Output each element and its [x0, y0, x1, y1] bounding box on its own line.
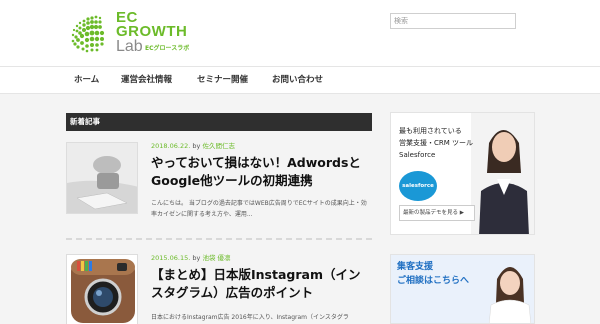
post-date: 2015.06.15.: [151, 254, 191, 262]
nav-item-home[interactable]: ホーム: [74, 67, 99, 93]
nav-item-contact[interactable]: お問い合わせ: [272, 67, 323, 93]
ad-line-1: 最も利用されている: [399, 127, 462, 135]
ad-line-3: Salesforce: [399, 151, 436, 159]
ad-line-1: 集客支援: [397, 262, 434, 272]
ad-person-image: [483, 255, 534, 323]
post-thumbnail[interactable]: [66, 142, 138, 214]
site-header: EC GROWTH Lab ECグロースラボ 検索: [0, 0, 600, 66]
ad-text: 最も利用されている 営業支援・CRM ツール Salesforce: [399, 125, 473, 161]
search-input[interactable]: 検索: [390, 13, 516, 29]
nav-item-company[interactable]: 運営会社情報: [121, 67, 172, 93]
post-author[interactable]: 池袋 優凛: [202, 254, 230, 262]
post-excerpt: 日本におけるInstagram広告 2016年に入り、Instagram（インス…: [151, 314, 349, 321]
post-date: 2018.06.22.: [151, 142, 191, 150]
logo-dots-icon: [71, 15, 105, 53]
ad-cta-button[interactable]: 最新の製品デモを見る ▶: [399, 205, 475, 221]
nav-item-seminar[interactable]: セミナー開催: [197, 67, 248, 93]
ad-banner-salesforce[interactable]: 最も利用されている 営業支援・CRM ツール Salesforce salesf…: [390, 112, 535, 235]
post-title[interactable]: やっておいて損はない！AdwordsとGoogle他ツールの初期連携: [151, 154, 371, 190]
post-author[interactable]: 佐久間仁志: [202, 142, 235, 150]
post-thumbnail[interactable]: [66, 254, 138, 324]
salesforce-logo: salesforce: [399, 171, 437, 201]
main-nav: ホーム 運営会社情報 セミナー開催 お問い合わせ: [0, 66, 600, 94]
instagram-icon: [67, 255, 137, 324]
ad-person-image: [471, 113, 534, 234]
site-logo[interactable]: EC GROWTH Lab ECグロースラボ: [66, 10, 189, 58]
post-divider: [66, 238, 372, 240]
logo-text-growth: GROWTH: [116, 23, 188, 40]
ad-line-2: ご相談はこちらへ: [397, 276, 470, 286]
post-by: by: [192, 254, 201, 262]
post-title[interactable]: 【まとめ】日本版Instagram（インスタグラム）広告のポイント: [151, 266, 371, 302]
logo-text-lab: Lab: [116, 38, 143, 55]
post-meta: 2018.06.22. by 佐久間仁志: [151, 142, 235, 150]
ad-banner-consultation[interactable]: 集客支援 ご相談はこちらへ: [390, 254, 535, 324]
post-by: by: [192, 142, 201, 150]
post-excerpt: こんにちは。 当ブログの過去記事ではWEB広告周りでECサイトの成果向上・効率カ…: [151, 200, 367, 218]
logo-subtitle: ECグロースラボ: [145, 45, 190, 52]
post-meta: 2015.06.15. by 池袋 優凛: [151, 254, 231, 262]
desk-photo-icon: [67, 143, 137, 213]
post-item: 2018.06.22. by 佐久間仁志 やっておいて損はない！Adwordsと…: [66, 142, 372, 232]
section-title-new-posts: 新着記事: [66, 113, 372, 131]
ad-line-2: 営業支援・CRM ツール: [399, 139, 474, 147]
post-item: 2015.06.15. by 池袋 優凛 【まとめ】日本版Instagram（イ…: [66, 254, 372, 324]
